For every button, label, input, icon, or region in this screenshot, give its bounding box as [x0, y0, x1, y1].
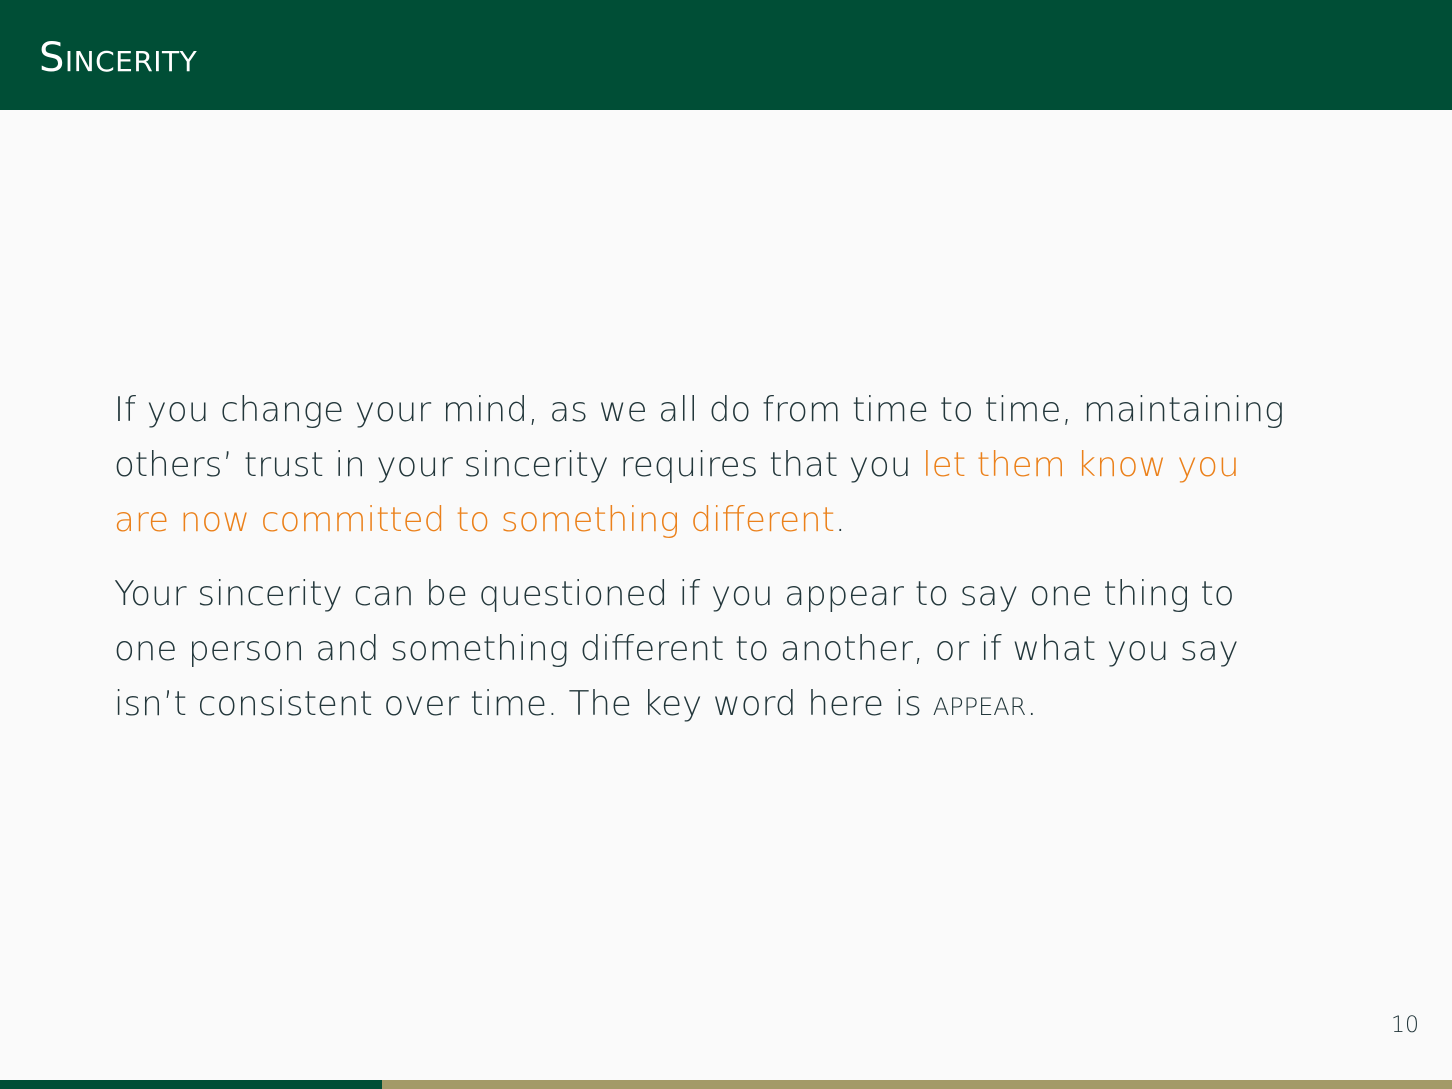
title-bar: Sincerity [0, 0, 1452, 110]
paragraph-1: If you change your mind, as we all do fr… [114, 390, 1285, 540]
paragraph-2: Your sincerity can be questioned if you … [114, 574, 1239, 724]
slide-content: If you change your mind, as we all do fr… [114, 383, 1354, 732]
page-number: 10 [1391, 1013, 1419, 1038]
progress-bar [0, 1080, 1452, 1089]
emphasized-word: appear [932, 684, 1027, 724]
highlighted-phrase: let them know you are now committed to so… [114, 445, 1240, 540]
progress-bar-fill [0, 1080, 382, 1089]
slide-title: Sincerity [39, 35, 198, 81]
